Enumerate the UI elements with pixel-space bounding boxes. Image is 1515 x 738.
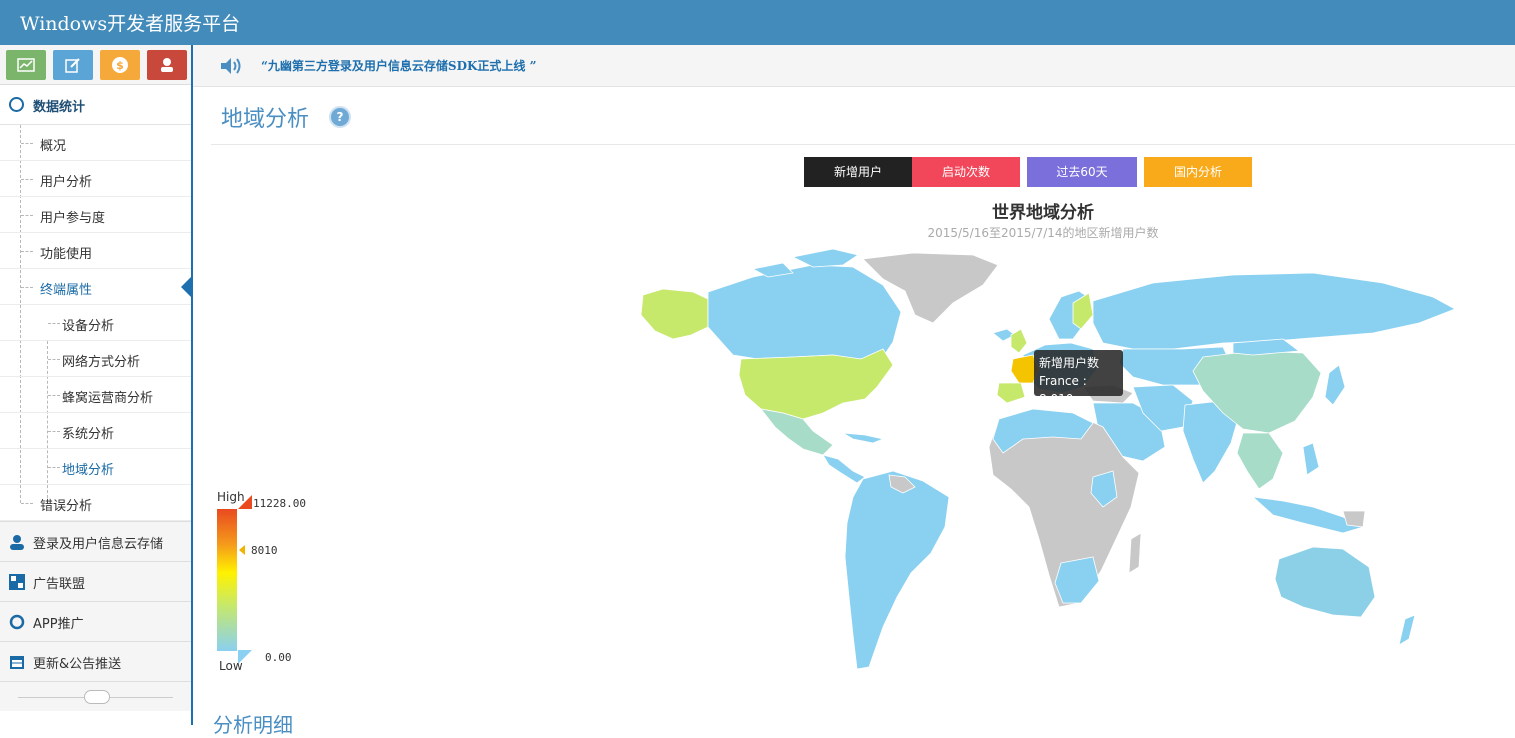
user-icon (161, 58, 173, 72)
sidebar-menu-label: APP推广 (33, 617, 84, 632)
chart-subtitle: 2015/5/16至2015/7/14的地区新增用户数 (927, 226, 1159, 240)
sidebar-item-overview[interactable]: 概况 (0, 125, 191, 161)
filter-launch-count-button[interactable]: 启动次数 (912, 157, 1020, 187)
calendar-icon (10, 656, 24, 669)
map-region-south-africa (1054, 556, 1100, 604)
sidebar-item-device-attributes[interactable]: 终端属性 (0, 269, 193, 305)
map-region-central-america (822, 454, 866, 484)
app-title: Windows开发者服务平台 (20, 13, 241, 35)
analysis-detail-heading: 分析明细 (213, 713, 293, 737)
map-region-philippines (1302, 442, 1320, 476)
map-region-new-zealand (1398, 614, 1416, 646)
edit-shortcut-button[interactable] (53, 50, 93, 80)
tooltip-series: 新增用户数 (1039, 356, 1100, 370)
coin-icon: $ (112, 57, 128, 73)
top-header-bar: Windows开发者服务平台 (0, 0, 1515, 45)
legend-max-handle[interactable] (238, 495, 252, 509)
section-title: 数据统计 (33, 100, 86, 115)
map-region-uk (1010, 328, 1028, 354)
sidebar-item-label: 网络方式分析 (62, 355, 141, 370)
sidebar-menu-ad-alliance[interactable]: 广告联盟 (0, 561, 191, 601)
filter-bar: 新增用户 启动次数 过去60天 国内分析 (804, 157, 1252, 187)
svg-text:$: $ (116, 59, 124, 72)
ring-icon (9, 614, 25, 630)
sidebar-item-region-analysis[interactable]: 地域分析 (0, 449, 191, 485)
legend-current-marker (239, 545, 245, 555)
map-region-spain (996, 382, 1026, 404)
sidebar-item-label: 蜂窝运营商分析 (62, 391, 154, 406)
sidebar-item-label: 功能使用 (40, 247, 93, 262)
tooltip-value: France : 8,010 (1039, 374, 1087, 406)
color-legend: High 11228.00 8010 0.00 Low (217, 487, 327, 677)
main-content: 地域分析 ? 新增用户 启动次数 过去60天 国内分析 世界地域分析 2015/… (193, 87, 1515, 737)
filter-last-60-days-button[interactable]: 过去60天 (1027, 157, 1137, 187)
map-region-australia (1274, 546, 1376, 618)
sidebar-menu-label: 登录及用户信息云存储 (33, 537, 164, 552)
sidebar: $ 数据统计 概况 用户分析 用户参与度 功能使用 终端属性 设备分析 网络方式… (0, 45, 193, 725)
sidebar-item-feature-usage[interactable]: 功能使用 (0, 233, 191, 269)
chart-title: 世界地域分析 (992, 203, 1094, 223)
legend-current-value: 8010 (251, 544, 278, 557)
sidebar-item-carrier-analysis[interactable]: 蜂窝运营商分析 (0, 377, 191, 413)
map-region-south-america (844, 470, 950, 670)
legend-min-value: 0.00 (265, 651, 292, 664)
chart-icon (17, 58, 35, 72)
sidebar-item-user-analysis[interactable]: 用户分析 (0, 161, 191, 197)
user-shortcut-button[interactable] (147, 50, 187, 80)
sidebar-item-network-analysis[interactable]: 网络方式分析 (0, 341, 191, 377)
coin-shortcut-button[interactable]: $ (100, 50, 140, 80)
map-region-russia (1092, 272, 1456, 350)
sidebar-item-label: 概况 (40, 139, 67, 154)
sidebar-menu-app-promotion[interactable]: APP推广 (0, 601, 191, 641)
announcement-link[interactable]: “九幽第三方登录及用户信息云存储SDK正式上线 ” (261, 57, 537, 74)
section-data-stats[interactable]: 数据统计 (0, 85, 191, 125)
filter-new-users-button[interactable]: 新增用户 (804, 157, 912, 187)
chart-shortcut-button[interactable] (6, 50, 46, 80)
stats-menu-tree: 概况 用户分析 用户参与度 功能使用 终端属性 设备分析 网络方式分析 蜂窝运营… (0, 125, 193, 521)
announcement-bar: “九幽第三方登录及用户信息云存储SDK正式上线 ” (193, 45, 1515, 87)
sidebar-menu-login-cloud[interactable]: 登录及用户信息云存储 (0, 521, 191, 561)
map-tooltip: 新增用户数 France : 8,010 (1034, 350, 1123, 406)
user-icon (10, 535, 24, 550)
sidebar-item-label: 用户参与度 (40, 211, 106, 226)
edit-icon (65, 58, 80, 73)
map-region-se-asia (1236, 432, 1284, 490)
sidebar-menu-label: 广告联盟 (33, 577, 86, 592)
sidebar-item-engagement[interactable]: 用户参与度 (0, 197, 191, 233)
sidebar-item-label: 系统分析 (62, 427, 115, 442)
map-region-usa (738, 348, 894, 420)
collapse-knob[interactable] (84, 690, 110, 704)
sidebar-item-label: 用户分析 (40, 175, 93, 190)
map-region-madagascar (1128, 532, 1142, 574)
ring-icon (9, 97, 24, 112)
filter-domestic-analysis-button[interactable]: 国内分析 (1144, 157, 1252, 187)
grid-icon (9, 574, 25, 590)
active-indicator (181, 275, 193, 299)
sidebar-item-label: 错误分析 (40, 499, 93, 514)
legend-gradient-bar[interactable] (217, 509, 237, 651)
sidebar-item-label: 终端属性 (40, 283, 93, 298)
sidebar-item-label: 设备分析 (62, 319, 115, 334)
sidebar-item-os-analysis[interactable]: 系统分析 (0, 413, 191, 449)
map-region-caribbean (842, 432, 885, 444)
sidebar-menu-update-push[interactable]: 更新&公告推送 (0, 641, 191, 681)
legend-max-value: 11228.00 (253, 497, 306, 510)
map-region-japan (1324, 364, 1346, 406)
sidebar-item-label: 地域分析 (62, 463, 115, 478)
sidebar-collapse-toggle[interactable] (0, 681, 191, 711)
sidebar-item-device-analysis[interactable]: 设备分析 (0, 305, 191, 341)
sidebar-item-error-analysis[interactable]: 错误分析 (0, 485, 191, 521)
map-region-canada (707, 264, 902, 360)
legend-low-label: Low (219, 659, 243, 673)
map-region-alaska (640, 288, 709, 340)
shortcut-bar: $ (0, 45, 191, 85)
speaker-icon (221, 58, 241, 74)
sidebar-menu-label: 更新&公告推送 (33, 657, 122, 672)
